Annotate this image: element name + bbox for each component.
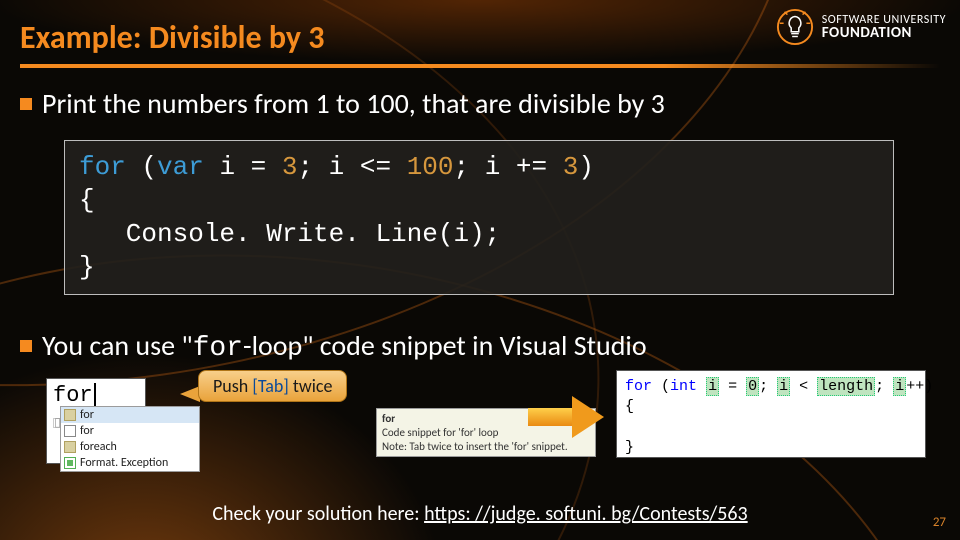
intellisense-item[interactable]: Format. Exception	[61, 455, 199, 471]
title-underline	[20, 64, 940, 68]
callout-tip: Push [Tab] twice	[198, 370, 347, 402]
slide-title: Example: Divisible by 3	[20, 18, 324, 57]
intellisense-item[interactable]: for	[61, 407, 199, 423]
footer: Check your solution here: https: //judge…	[0, 502, 960, 526]
bullet-2-text: You can use "for-loop" code snippet in V…	[42, 328, 647, 364]
keyword-icon	[64, 425, 76, 437]
solution-link[interactable]: https: //judge. softuni. bg/Contests/563	[424, 502, 748, 526]
callout-tail	[180, 386, 200, 402]
code-block: for (var i = 3; i <= 100; i += 3) { Cons…	[64, 140, 894, 295]
intellisense-item[interactable]: foreach	[61, 439, 199, 455]
snippet-icon	[64, 409, 76, 421]
bullet-1-text: Print the numbers from 1 to 100, that ar…	[42, 86, 665, 121]
intellisense-popup[interactable]: for for foreach Format. Exception	[60, 406, 200, 472]
editor-expanded: for (int i = 0; i < length; i++) { }	[616, 370, 926, 458]
arrow-icon	[528, 396, 608, 436]
snippet-icon	[64, 441, 76, 453]
brand-logo: SOFTWARE UNIVERSITY FOUNDATION	[776, 8, 946, 46]
logo-text-2: FOUNDATION	[822, 26, 946, 41]
bullet-1: Print the numbers from 1 to 100, that ar…	[20, 86, 665, 121]
lightbulb-icon	[776, 8, 814, 46]
page-number: 27	[933, 515, 946, 530]
bullet-icon	[20, 340, 32, 352]
bullet-icon	[20, 98, 32, 110]
intellisense-item[interactable]: for	[61, 423, 199, 439]
slide: SOFTWARE UNIVERSITY FOUNDATION Example: …	[0, 0, 960, 540]
bullet-2: You can use "for-loop" code snippet in V…	[20, 328, 647, 364]
class-icon	[64, 457, 76, 469]
snippet-demo: for ◫ for for foreach Format. Exception …	[46, 370, 916, 480]
